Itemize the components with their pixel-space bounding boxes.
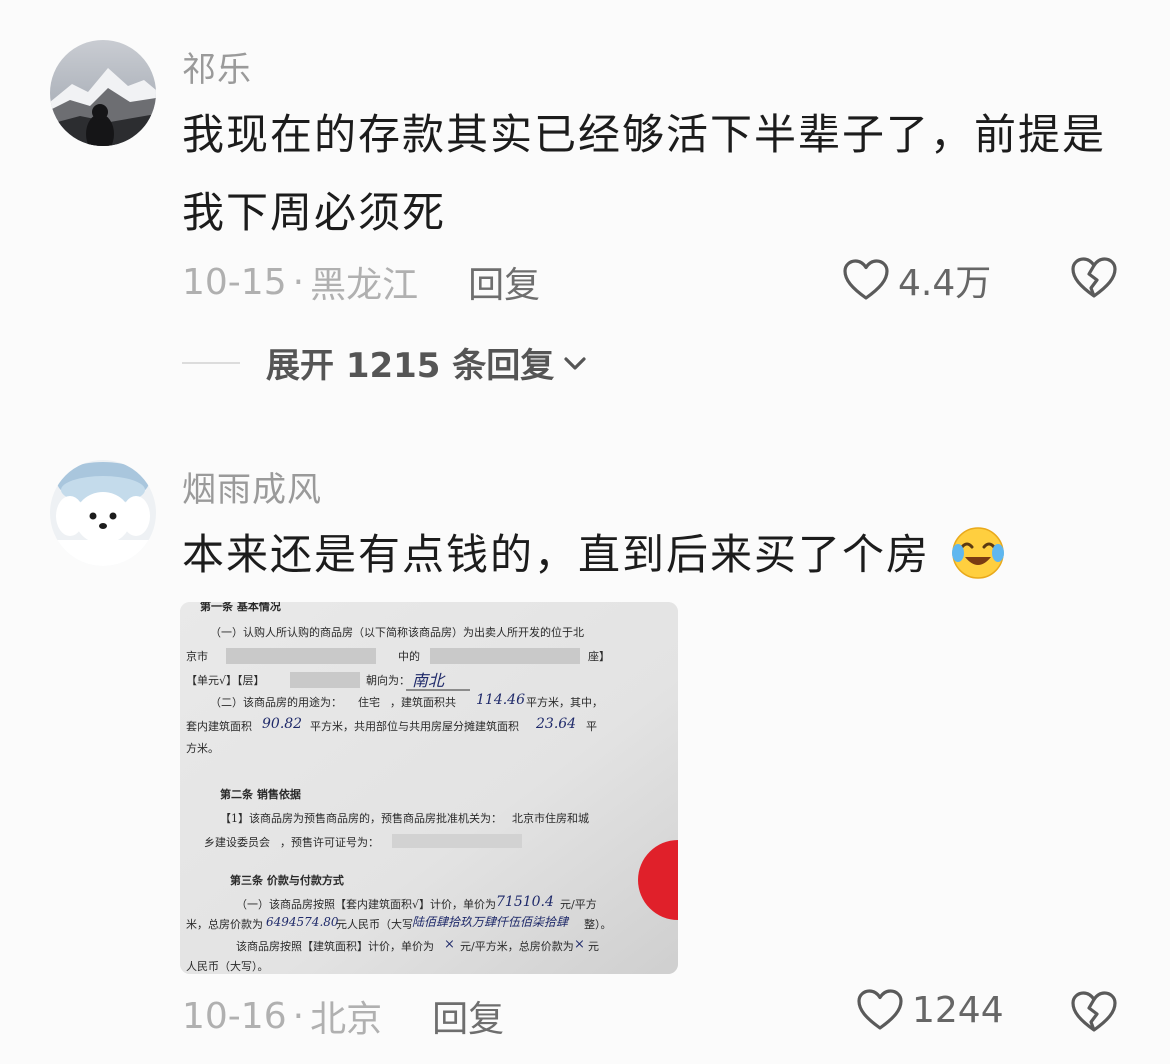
doc-line: 方米。	[186, 741, 219, 755]
doc-handwriting: ×	[444, 937, 455, 952]
doc-handwriting: 114.46	[476, 692, 525, 708]
meta-dot: ·	[292, 261, 305, 303]
doc-line: （一）该商品房按照【套内建筑面积√】计价，单价为	[236, 897, 496, 911]
doc-line: 该商品房按照【建筑面积】计价，单价为	[236, 939, 434, 953]
meta-dot: ·	[292, 995, 305, 1037]
expand-replies-label: 展开 1215 条回复	[266, 346, 555, 386]
comment-meta: 10-16 · 北京 回复	[182, 990, 504, 1042]
doc-line: （一）认购人所认购的商品房（以下简称该商品房）为出卖人所开发的位于北	[210, 625, 584, 639]
dislike-button[interactable]	[1070, 256, 1118, 304]
doc-handwriting: 陆佰肆拾玖万肆仟伍佰柒拾肆	[412, 915, 570, 929]
comment-location: 北京	[310, 999, 383, 1040]
doc-line: 【单元√】【层】	[186, 674, 265, 687]
doc-line: 元人民币（大写	[336, 917, 413, 931]
doc-line: 第三条 价款与付款方式	[230, 873, 344, 887]
doc-handwriting: 90.82	[262, 716, 302, 732]
comment-image-attachment[interactable]: 第一条 基本情况 （一）认购人所认购的商品房（以下简称该商品房）为出卖人所开发的…	[180, 602, 678, 974]
doc-line: 元/平方	[560, 897, 597, 911]
doc-line: 乡建设委员会	[204, 835, 270, 849]
doc-line: 座】	[588, 649, 610, 663]
expand-replies-button[interactable]: 展开 1215 条回复	[182, 338, 588, 387]
doc-handwriting: 6494574.80	[266, 915, 339, 929]
comment-date: 10-16	[182, 995, 287, 1037]
doc-line: 平方米，其中，	[526, 695, 603, 709]
comment-location: 黑龙江	[310, 265, 419, 306]
like-count: 1244	[912, 989, 1004, 1031]
doc-line: 套内建筑面积	[186, 719, 252, 733]
dislike-button[interactable]	[1070, 990, 1118, 1038]
doc-line: （二）该商品房的用途为：	[210, 695, 342, 709]
reply-button[interactable]: 回复	[468, 256, 540, 308]
user-avatar[interactable]	[50, 460, 156, 566]
doc-line: 平	[586, 720, 597, 733]
chevron-down-icon	[564, 356, 586, 370]
doc-line: ，建筑面积共	[390, 695, 456, 709]
like-button[interactable]: 1244	[856, 988, 1004, 1032]
broken-heart-icon	[1071, 257, 1117, 298]
doc-line: 住宅	[358, 695, 380, 709]
comment-meta: 10-15 · 黑龙江 回复	[182, 256, 540, 308]
doc-line: 元	[588, 940, 599, 953]
doc-handwriting: 71510.4	[496, 894, 554, 910]
username[interactable]: 祁乐	[182, 42, 252, 91]
doc-line: 中的	[398, 649, 420, 663]
reply-button[interactable]: 回复	[432, 990, 504, 1042]
snow-mountain-avatar-icon	[50, 40, 156, 146]
doc-line: ，预售许可证号为：	[280, 835, 379, 849]
contract-document-image: 第一条 基本情况 （一）认购人所认购的商品房（以下简称该商品房）为出卖人所开发的…	[180, 602, 678, 974]
doc-line: 朝向为：	[366, 673, 410, 687]
doc-handwriting: 23.64	[535, 716, 576, 732]
doc-line: 京市	[186, 649, 208, 663]
username[interactable]: 烟雨成风	[182, 462, 322, 511]
heart-icon	[843, 259, 889, 300]
like-button[interactable]: 4.4万	[842, 254, 991, 306]
comment-date: 10-15	[182, 261, 287, 303]
doc-line: 第二条 销售依据	[220, 787, 301, 801]
comment-text: 本来还是有点钱的，直到后来买了个房	[182, 516, 1142, 594]
doc-line: 元/平方米，总房价款为	[460, 939, 574, 953]
comment-text: 我现在的存款其实已经够活下半辈子了，前提是我下周必须死	[182, 110, 1107, 237]
white-dog-avatar-icon	[50, 460, 156, 566]
heart-icon	[857, 989, 903, 1030]
broken-heart-icon	[1071, 991, 1117, 1032]
doc-line: 【1】该商品房为预售商品房的，预售商品房批准机关为：	[220, 811, 502, 825]
doc-line: 北京市住房和城	[512, 811, 589, 825]
user-avatar[interactable]	[50, 40, 156, 146]
doc-handwriting: ×	[574, 937, 585, 952]
doc-line: 平方米，共用部位与共用房屋分摊建筑面积	[310, 719, 519, 733]
like-count: 4.4万	[898, 263, 992, 304]
doc-line: 第一条 基本情况	[200, 602, 281, 613]
doc-line: 人民币（大写）。	[186, 959, 269, 973]
divider-line	[182, 361, 240, 364]
crying-laughing-emoji-icon	[952, 527, 1005, 579]
doc-line: 整）。	[584, 917, 612, 931]
doc-handwriting: 南北	[412, 671, 446, 690]
doc-line: 米，总房价款为	[186, 917, 263, 931]
comment-text-body: 本来还是有点钱的，直到后来买了个房	[182, 530, 931, 579]
